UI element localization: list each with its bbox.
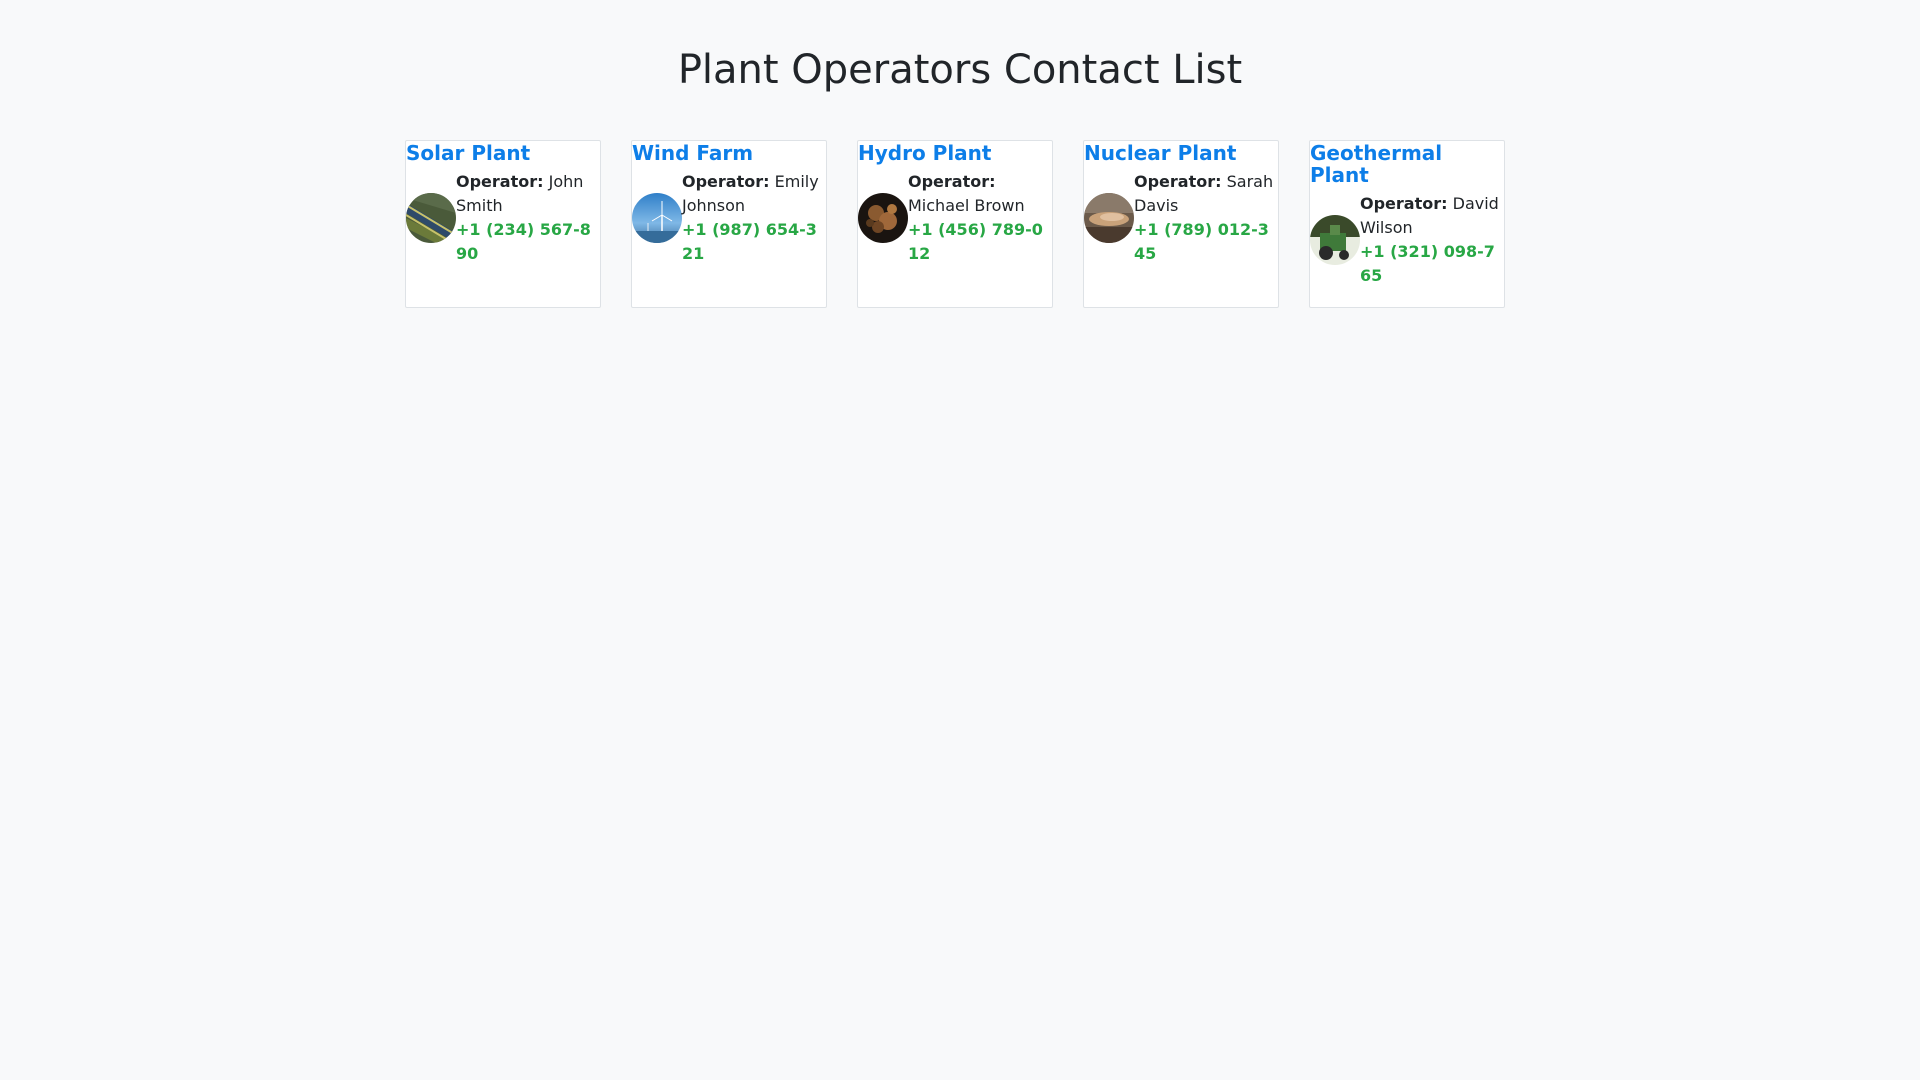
phone-link[interactable]: +1 (789) 012-345 xyxy=(1134,218,1274,266)
operator-label: Operator: xyxy=(908,172,996,191)
plant-card-solar: Solar Plant Operator: John Smith +1 (234… xyxy=(405,140,601,308)
operator-label: Operator: xyxy=(682,172,770,191)
card-list: Solar Plant Operator: John Smith +1 (234… xyxy=(405,140,1505,308)
operator-label: Operator: xyxy=(1360,194,1448,213)
phone-link[interactable]: +1 (234) 567-890 xyxy=(456,218,596,266)
plant-name: Hydro Plant xyxy=(858,141,992,165)
operator-avatar xyxy=(1310,215,1360,265)
plant-name: Geothermal Plant xyxy=(1310,141,1443,187)
operator-avatar xyxy=(632,193,682,243)
phone-link[interactable]: +1 (987) 654-321 xyxy=(682,218,822,266)
plant-card-nuclear: Nuclear Plant Operator: Sarah Davis +1 (… xyxy=(1083,140,1279,308)
plant-name: Nuclear Plant xyxy=(1084,141,1237,165)
plant-card-hydro: Hydro Plant Operator: Michael Brown +1 (… xyxy=(857,140,1053,308)
phone-link[interactable]: +1 (321) 098-765 xyxy=(1360,240,1500,288)
operator-label: Operator: xyxy=(1134,172,1222,191)
plant-card-wind: Wind Farm Operator: Emily Johnson +1 (98… xyxy=(631,140,827,308)
operator-avatar xyxy=(858,193,908,243)
operator-label: Operator: xyxy=(456,172,544,191)
plant-card-geothermal: Geothermal Plant Operator: David Wilson … xyxy=(1309,140,1505,308)
phone-link[interactable]: +1 (456) 789-012 xyxy=(908,218,1048,266)
plant-name: Wind Farm xyxy=(632,141,754,165)
operator-avatar xyxy=(406,193,456,243)
operator-name: Michael Brown xyxy=(908,196,1025,215)
plant-name: Solar Plant xyxy=(406,141,531,165)
operator-avatar xyxy=(1084,193,1134,243)
page-title: Plant Operators Contact List xyxy=(677,47,1243,93)
